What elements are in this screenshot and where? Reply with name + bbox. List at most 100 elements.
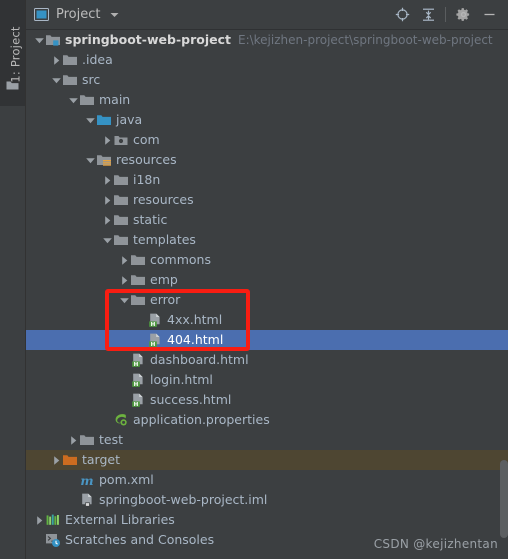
tree-row-application.properties[interactable]: application.properties xyxy=(26,410,508,430)
tree-row-label: i18n xyxy=(133,172,161,187)
tree-row-commons[interactable]: commons xyxy=(26,250,508,270)
tree-row-springboot-web-project[interactable]: springboot-web-project E:\kejizhen-projec… xyxy=(26,30,508,50)
chevron-right-icon[interactable] xyxy=(119,275,130,286)
tree-row-path: E:\kejizhen-project\springboot-web-proje… xyxy=(237,33,493,47)
tree-row-resources[interactable]: resources xyxy=(26,190,508,210)
tree-row-login.html[interactable]: Hlogin.html xyxy=(26,370,508,390)
tree-row-4xx.html[interactable]: H 4xx.html xyxy=(26,310,508,330)
html-file-icon: H xyxy=(149,333,160,348)
scratches-icon xyxy=(46,534,60,547)
tree-row-templates[interactable]: templates xyxy=(26,230,508,250)
tree-row-com[interactable]: com xyxy=(26,130,508,150)
tree-row-label: 4xx.html xyxy=(167,312,223,327)
tree-row-error[interactable]: error xyxy=(26,290,508,310)
tool-window-strip: 1: Project xyxy=(0,0,26,559)
chevron-down-icon[interactable] xyxy=(119,295,130,306)
project-tool-window: 1: Project Project springboot-web-projec… xyxy=(0,0,508,559)
tree-row-label: error xyxy=(150,292,181,307)
project-view-icon xyxy=(34,8,49,21)
folder-icon xyxy=(63,55,77,65)
tree-row-java[interactable]: java xyxy=(26,110,508,130)
header-title-group[interactable]: Project xyxy=(26,7,119,22)
chevron-right-icon[interactable] xyxy=(102,195,113,206)
folder-resource-icon xyxy=(97,155,111,166)
locate-icon[interactable] xyxy=(389,2,415,28)
html-file-icon: H xyxy=(132,373,143,388)
tree-row-label: test xyxy=(99,432,124,447)
html-file-icon: H xyxy=(132,353,143,368)
tree-row-label: resources xyxy=(133,192,194,207)
folder-icon xyxy=(63,75,77,85)
chevron-right-icon[interactable] xyxy=(68,435,79,446)
chevron-down-icon[interactable] xyxy=(110,12,119,18)
tool-window-tab-project[interactable]: 1: Project xyxy=(0,0,25,106)
tree-row-success.html[interactable]: Hsuccess.html xyxy=(26,390,508,410)
tree-row-dashboard.html[interactable]: Hdashboard.html xyxy=(26,350,508,370)
tree-row-src[interactable]: src xyxy=(26,70,508,90)
tree-row-static[interactable]: static xyxy=(26,210,508,230)
chevron-down-icon[interactable] xyxy=(85,155,96,166)
tree-row-label: static xyxy=(133,212,168,227)
tree-row-label: login.html xyxy=(150,372,213,387)
tree-row-resources-root[interactable]: resources xyxy=(26,150,508,170)
html-file-icon: H xyxy=(149,313,160,328)
collapse-all-icon[interactable] xyxy=(415,2,441,28)
tree-row-label: emp xyxy=(150,272,178,287)
tree-row-springboot-web-project.iml[interactable]: springboot-web-project.iml xyxy=(26,490,508,510)
html-file-icon: H xyxy=(132,393,143,408)
chevron-down-icon[interactable] xyxy=(102,235,113,246)
chevron-right-icon[interactable] xyxy=(102,175,113,186)
tree-row-emp[interactable]: emp xyxy=(26,270,508,290)
tree-row-404.html[interactable]: H 404.html xyxy=(26,330,508,350)
tree-row-label: success.html xyxy=(150,392,232,407)
tree-row-label: commons xyxy=(150,252,211,267)
tree-row-label: resources xyxy=(116,152,177,167)
chevron-right-icon[interactable] xyxy=(51,55,62,66)
chevron-right-icon[interactable] xyxy=(51,455,62,466)
tree-row-label: Scratches and Consoles xyxy=(65,532,215,547)
gear-icon[interactable] xyxy=(450,2,476,28)
folder-icon xyxy=(114,175,128,185)
folder-icon xyxy=(114,195,128,205)
header-actions xyxy=(389,2,508,28)
minimize-icon[interactable] xyxy=(476,2,502,28)
chevron-right-icon[interactable] xyxy=(102,215,113,226)
chevron-down-icon[interactable] xyxy=(51,75,62,86)
spring-properties-icon xyxy=(115,414,127,426)
chevron-down-icon[interactable] xyxy=(34,35,45,46)
watermark-text: CSDN @kejizhentan xyxy=(373,537,498,551)
tree-row-external-libraries[interactable]: External Libraries xyxy=(26,510,508,530)
svg-text:m: m xyxy=(80,473,93,488)
tree-row-label: main xyxy=(99,92,131,107)
chevron-down-icon[interactable] xyxy=(68,95,79,106)
svg-text:H: H xyxy=(151,322,156,328)
chevron-right-icon[interactable] xyxy=(119,255,130,266)
chevron-right-icon[interactable] xyxy=(102,135,113,146)
tree-row-label: target xyxy=(82,452,121,467)
tree-row-main[interactable]: main xyxy=(26,90,508,110)
folder-icon xyxy=(131,255,145,265)
folder-source-icon xyxy=(97,115,111,125)
tree-row-label: dashboard.html xyxy=(150,352,249,367)
tree-row-label: templates xyxy=(133,232,196,247)
maven-icon: m xyxy=(80,473,93,488)
header-title: Project xyxy=(56,7,101,22)
tree-row-label: application.properties xyxy=(133,412,270,427)
tree-row-test[interactable]: test xyxy=(26,430,508,450)
folder-icon xyxy=(80,95,94,105)
toolbar-separator xyxy=(445,7,446,22)
tree-row-target[interactable]: target xyxy=(26,450,508,470)
chevron-right-icon[interactable] xyxy=(34,515,45,526)
folder-icon xyxy=(131,295,145,305)
tree-row-i18n[interactable]: i18n xyxy=(26,170,508,190)
tree-row-.idea[interactable]: .idea xyxy=(26,50,508,70)
svg-text:H: H xyxy=(134,402,139,408)
chevron-down-icon[interactable] xyxy=(85,115,96,126)
folder-icon xyxy=(114,215,128,225)
tree-row-pom.xml[interactable]: m pom.xml xyxy=(26,470,508,490)
folder-icon xyxy=(80,435,94,445)
tree-row-label: 404.html xyxy=(167,332,224,347)
vertical-scrollbar[interactable] xyxy=(500,460,508,538)
tree-row-label: pom.xml xyxy=(99,472,154,487)
project-tree[interactable]: springboot-web-project E:\kejizhen-projec… xyxy=(26,30,508,559)
